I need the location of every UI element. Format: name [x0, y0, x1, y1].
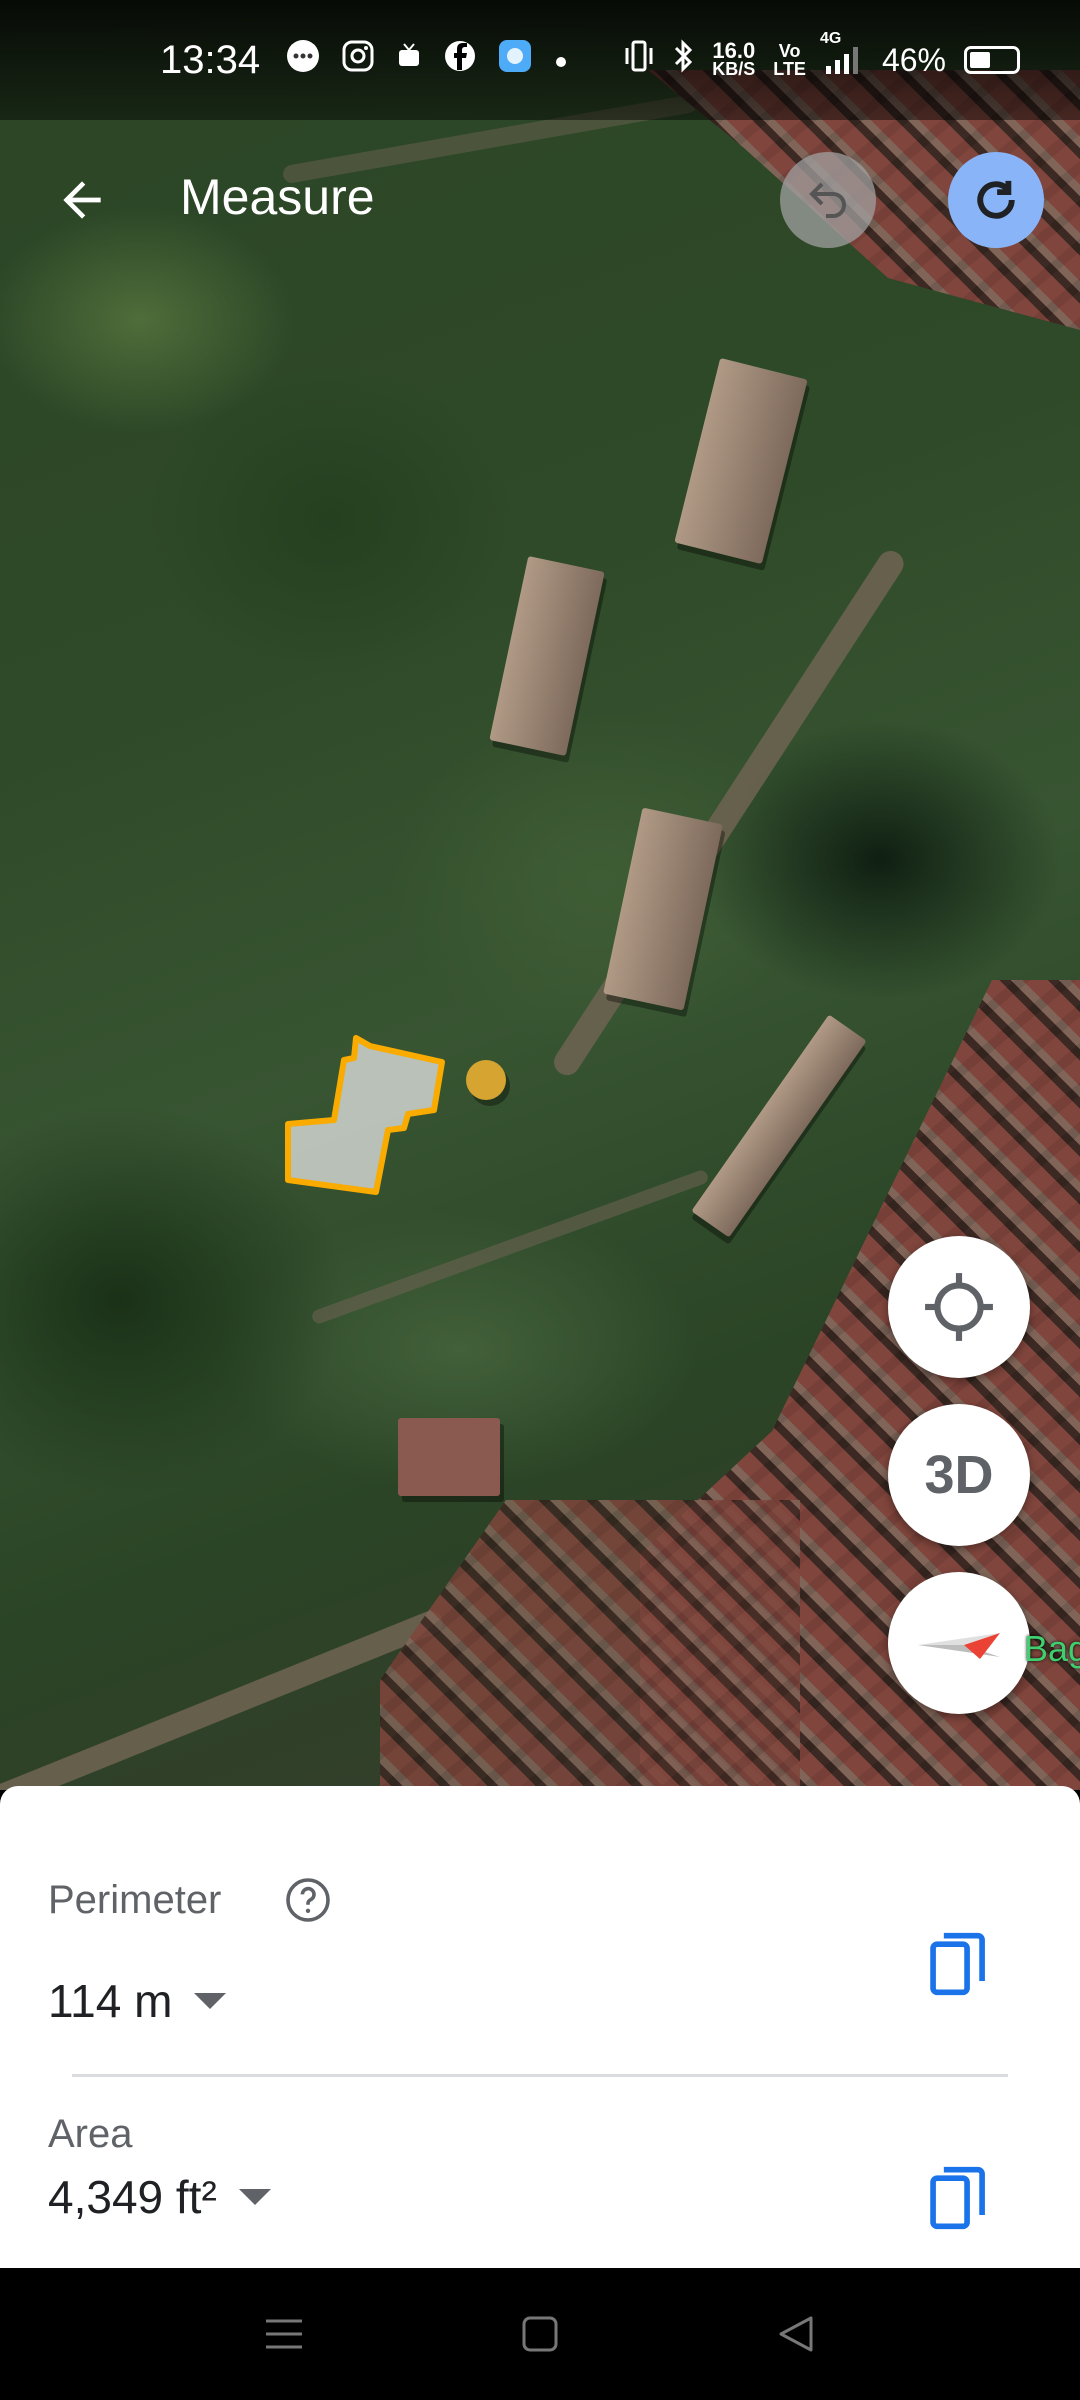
menu-icon — [266, 2319, 302, 2349]
video-icon — [396, 42, 422, 78]
perimeter-value: 114 m — [48, 1975, 173, 2027]
help-button[interactable] — [284, 1876, 332, 1924]
nav-menu-button[interactable] — [252, 2302, 316, 2366]
page-title: Measure — [180, 169, 375, 225]
measurement-sheet: Perimeter 114 m Area 4,349 ft² — [0, 1786, 1080, 2268]
area-value: 4,349 ft² — [48, 2171, 217, 2223]
nav-home-button[interactable] — [508, 2302, 572, 2366]
3d-label: 3D — [924, 1445, 994, 1505]
dot-icon — [554, 43, 568, 77]
battery-percent: 46% — [881, 41, 946, 78]
home-square-icon — [522, 2316, 558, 2352]
messages-icon — [286, 39, 320, 81]
top-app-bar: Measure — [0, 140, 1080, 260]
app-icon — [498, 39, 532, 81]
copy-area-button[interactable] — [920, 2150, 996, 2246]
undo-icon — [809, 182, 846, 218]
status-time: 13:34 — [160, 37, 261, 82]
my-location-button[interactable] — [888, 1236, 1030, 1378]
volte-line1: Vo — [778, 41, 801, 61]
instagram-icon — [342, 40, 374, 80]
arrow-left-icon — [63, 181, 101, 219]
status-bar: 13:34 16.0 KB/S Vo LTE 4G 46% — [0, 0, 1080, 120]
3d-toggle-button[interactable]: 3D — [888, 1404, 1030, 1546]
copy-icon — [930, 1932, 985, 1996]
compass-icon — [918, 1633, 1000, 1659]
system-nav-bar — [0, 2268, 1080, 2400]
vibrate-icon — [624, 39, 654, 82]
bluetooth-icon — [672, 38, 694, 82]
crosshair-icon — [925, 1273, 993, 1341]
network-speed-unit: KB/S — [712, 59, 756, 79]
back-triangle-icon — [779, 2316, 813, 2352]
copy-perimeter-button[interactable] — [920, 1916, 996, 2012]
divider — [72, 2074, 1008, 2077]
facebook-icon — [444, 40, 476, 80]
network-type: 4G — [819, 30, 842, 47]
undo-button[interactable] — [780, 152, 876, 248]
area-label: Area — [48, 2112, 133, 2156]
compass-button[interactable] — [888, 1572, 1030, 1714]
back-button[interactable] — [40, 158, 124, 242]
nav-back-button[interactable] — [764, 2302, 828, 2366]
network-speed-value: 16.0 — [712, 38, 756, 63]
network-speed: 16.0 KB/S — [712, 38, 756, 79]
perimeter-unit-dropdown[interactable]: 114 m — [48, 1974, 227, 2028]
chevron-down-icon — [194, 1993, 227, 2009]
signal-icon: 4G — [820, 30, 864, 76]
area-unit-dropdown[interactable]: 4,349 ft² — [48, 2170, 271, 2224]
map-place-label: Bag — [1024, 1628, 1080, 1669]
volte-indicator: Vo LTE — [773, 42, 806, 78]
volte-line2: LTE — [773, 59, 806, 79]
redo-icon — [977, 180, 1015, 219]
copy-icon — [930, 2166, 985, 2230]
chevron-down-icon — [238, 2189, 271, 2205]
battery-level — [970, 52, 991, 68]
redo-button[interactable] — [948, 152, 1044, 248]
battery-icon — [964, 46, 1020, 74]
help-circle-icon — [286, 1878, 330, 1922]
perimeter-label: Perimeter — [48, 1878, 222, 1922]
